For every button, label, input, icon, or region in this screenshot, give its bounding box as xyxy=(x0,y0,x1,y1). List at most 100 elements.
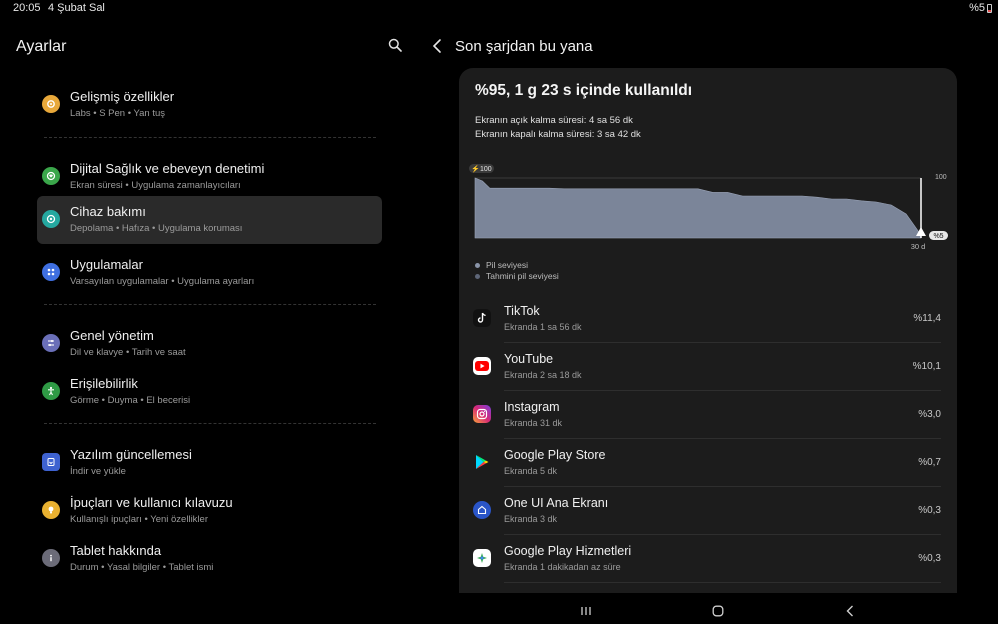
settings-item-subtitle: Kullanışlı ipuçları • Yeni özellikler xyxy=(70,514,208,525)
chevron-left-icon xyxy=(432,39,441,53)
settings-item-subtitle: Durum • Yasal bilgiler • Tablet ismi xyxy=(70,562,214,573)
settings-item-title: Gelişmiş özellikler xyxy=(70,89,175,104)
app-screen-time: Ekranda 5 dk xyxy=(504,466,558,476)
instagram-icon xyxy=(473,405,491,423)
device-care-icon xyxy=(42,210,60,228)
settings-item-general-management[interactable]: Genel yönetim Dil ve klavye • Tarih ve s… xyxy=(37,320,382,368)
legend-dot xyxy=(475,273,480,279)
app-name: Google Play Store xyxy=(504,448,606,462)
app-usage-row[interactable]: Google Play Hizmetleri Ekranda 1 dakikad… xyxy=(459,535,957,583)
app-battery-percent: %0,7 xyxy=(918,457,941,468)
back-button[interactable] xyxy=(432,38,448,56)
page-title: Ayarlar xyxy=(16,38,67,55)
settings-item-advanced-features[interactable]: Gelişmiş özellikler Labs • S Pen • Yan t… xyxy=(37,81,382,129)
app-name: Instagram xyxy=(504,400,560,414)
divider xyxy=(504,582,941,583)
app-usage-row[interactable]: One UI Ana Ekranı Ekranda 3 dk %0,3 xyxy=(459,487,957,535)
app-name: YouTube xyxy=(504,352,554,366)
detail-title: Son şarjdan bu yana xyxy=(455,38,593,55)
divider xyxy=(44,137,376,138)
settings-item-apps[interactable]: Uygulamalar Varsayılan uygulamalar • Uyg… xyxy=(37,249,382,297)
recents-icon xyxy=(581,607,591,615)
app-usage-row[interactable]: Google Play Store Ekranda 5 dk %0,7 xyxy=(459,439,957,487)
x-tick-label: 30 d xyxy=(911,242,926,251)
settings-item-subtitle: Depolama • Hafıza • Uygulama koruması xyxy=(70,223,243,234)
settings-item-subtitle: İndir ve yükle xyxy=(70,466,126,477)
navigation-bar xyxy=(0,598,998,624)
legend-label: Tahmini pil seviyesi xyxy=(486,271,559,281)
app-name: TikTok xyxy=(504,304,540,318)
update-icon xyxy=(42,453,60,471)
settings-item-title: Cihaz bakımı xyxy=(70,204,146,219)
star-gear-icon xyxy=(42,95,60,113)
info-icon xyxy=(42,549,60,567)
battery-icon xyxy=(987,3,992,13)
search-button[interactable] xyxy=(388,38,408,58)
legend-item: Tahmini pil seviyesi xyxy=(475,271,559,281)
settings-item-tips[interactable]: İpuçları ve kullanıcı kılavuzu Kullanışl… xyxy=(37,487,382,535)
settings-item-subtitle: Varsayılan uygulamalar • Uygulama ayarla… xyxy=(70,276,255,287)
app-screen-time: Ekranda 1 dakikadan az süre xyxy=(504,562,621,572)
app-screen-time: Ekranda 31 dk xyxy=(504,418,563,428)
settings-panel: Ayarlar Gelişmiş özellikler Labs • S Pen… xyxy=(0,18,420,598)
settings-item-subtitle: Ekran süresi • Uygulama zamanlayıcıları xyxy=(70,180,241,191)
settings-item-about-tablet[interactable]: Tablet hakkında Durum • Yasal bilgiler •… xyxy=(37,535,382,583)
recents-button[interactable] xyxy=(577,602,595,620)
app-screen-time: Ekranda 1 sa 56 dk xyxy=(504,322,582,332)
settings-item-subtitle: Görme • Duyma • El becerisi xyxy=(70,395,191,406)
settings-item-subtitle: Labs • S Pen • Yan tuş xyxy=(70,108,166,119)
usage-summary: %95, 1 g 23 s içinde kullanıldı xyxy=(475,82,693,99)
settings-item-device-care[interactable]: Cihaz bakımı Depolama • Hafıza • Uygulam… xyxy=(37,196,382,244)
play-services-icon xyxy=(473,549,491,567)
status-date: 4 Şubat Sal xyxy=(48,2,105,14)
home-launcher-icon xyxy=(473,501,491,519)
legend-item: Pil seviyesi xyxy=(475,260,528,270)
app-name: One UI Ana Ekranı xyxy=(504,496,609,510)
accessibility-icon xyxy=(42,382,60,400)
divider xyxy=(44,304,376,305)
settings-item-title: Erişilebilirlik xyxy=(70,376,138,391)
battery-level-chart[interactable]: ⚡100 %5 100 30 d xyxy=(459,156,957,256)
legend-label: Pil seviyesi xyxy=(486,260,529,270)
app-battery-percent: %3,0 xyxy=(918,409,941,420)
status-bar: 20:05 4 Şubat Sal %5 xyxy=(0,0,998,18)
youtube-icon xyxy=(473,357,491,375)
back-nav-button[interactable] xyxy=(841,602,859,620)
app-name: Google Play Hizmetleri xyxy=(504,544,632,558)
battery-usage-card: %95, 1 g 23 s içinde kullanıldı Ekranın … xyxy=(459,68,957,593)
start-level-label: ⚡100 xyxy=(471,164,492,173)
screen-on-time: Ekranın açık kalma süresi: 4 sa 56 dk xyxy=(475,115,633,126)
settings-item-title: Genel yönetim xyxy=(70,328,154,343)
settings-item-title: Tablet hakkında xyxy=(70,543,162,558)
settings-item-accessibility[interactable]: Erişilebilirlik Görme • Duyma • El becer… xyxy=(37,368,382,416)
home-button[interactable] xyxy=(709,602,727,620)
settings-item-title: Yazılım güncellemesi xyxy=(70,447,192,462)
screen-off-time: Ekranın kapalı kalma süresi: 3 sa 42 dk xyxy=(475,129,641,140)
app-usage-row[interactable]: YouTube Ekranda 2 sa 18 dk %10,1 xyxy=(459,343,957,391)
settings-item-title: Dijital Sağlık ve ebeveyn denetimi xyxy=(70,161,265,176)
end-level-label: %5 xyxy=(933,233,943,240)
heart-circle-icon xyxy=(42,167,60,185)
battery-level-area xyxy=(474,177,922,239)
app-usage-row[interactable]: Instagram Ekranda 31 dk %3,0 xyxy=(459,391,957,439)
status-time: 20:05 xyxy=(13,2,41,14)
app-screen-time: Ekranda 3 dk xyxy=(504,514,558,524)
settings-item-title: İpuçları ve kullanıcı kılavuzu xyxy=(70,495,233,510)
tiktok-icon xyxy=(473,309,491,327)
play-store-icon xyxy=(473,453,491,471)
apps-grid-icon xyxy=(42,263,60,281)
app-battery-percent: %11,4 xyxy=(913,313,941,324)
app-battery-percent: %10,1 xyxy=(912,361,941,372)
app-screen-time: Ekranda 2 sa 18 dk xyxy=(504,370,582,380)
home-icon xyxy=(712,605,724,617)
settings-item-subtitle: Dil ve klavye • Tarih ve saat xyxy=(70,347,186,358)
settings-item-software-update[interactable]: Yazılım güncellemesi İndir ve yükle xyxy=(37,439,382,487)
divider xyxy=(44,423,376,424)
search-icon xyxy=(388,38,402,52)
app-usage-row[interactable]: TikTok Ekranda 1 sa 56 dk %11,4 xyxy=(459,295,957,343)
battery-percent: %5 xyxy=(969,2,985,14)
lightbulb-icon xyxy=(42,501,60,519)
app-battery-percent: %0,3 xyxy=(918,553,941,564)
y-tick-label: 100 xyxy=(935,174,947,181)
settings-item-digital-wellbeing[interactable]: Dijital Sağlık ve ebeveyn denetimi Ekran… xyxy=(37,153,382,201)
